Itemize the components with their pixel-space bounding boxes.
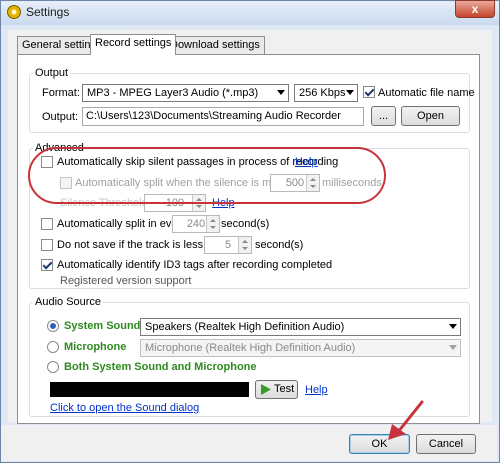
chevron-down-icon: [449, 324, 457, 329]
audio-source-help-link[interactable]: Help: [305, 384, 328, 396]
format-select-value: MP3 - MPEG Layer3 Audio (*.mp3): [87, 87, 259, 99]
no-save-label: Do not save if the track is less than: [57, 239, 228, 251]
open-button[interactable]: Open: [401, 106, 460, 126]
spinner-buttons[interactable]: [238, 237, 251, 253]
level-meter: [50, 382, 249, 397]
split-every-value: 240: [186, 218, 206, 230]
chevron-down-icon: [277, 90, 285, 95]
annotation-arrow-icon: [388, 400, 424, 440]
system-sound-label: System Sound: [64, 320, 141, 332]
both-sources-label: Both System Sound and Microphone: [64, 361, 257, 373]
chevron-down-icon: [346, 90, 354, 95]
system-sound-device-value: Speakers (Realtek High Definition Audio): [145, 321, 345, 333]
tab-record-settings[interactable]: Record settings: [90, 34, 177, 55]
both-sources-radio[interactable]: [47, 361, 59, 373]
close-icon: x: [471, 2, 479, 16]
play-icon: [261, 384, 271, 395]
test-button[interactable]: Test: [255, 380, 298, 399]
output-group-label: Output: [33, 67, 71, 79]
chevron-down-icon: [449, 345, 457, 350]
bitrate-select-value: 256 Kbps: [299, 87, 346, 99]
close-button[interactable]: x: [455, 0, 495, 18]
split-every-seconds-label: second(s): [221, 218, 270, 230]
system-sound-radio[interactable]: [47, 320, 59, 332]
browse-button[interactable]: ...: [371, 106, 396, 126]
format-select[interactable]: MP3 - MPEG Layer3 Audio (*.mp3): [82, 84, 289, 102]
id3-checkbox[interactable]: [41, 259, 53, 271]
no-save-spinner[interactable]: 5: [204, 236, 252, 254]
microphone-label: Microphone: [64, 341, 127, 353]
split-every-checkbox[interactable]: [41, 218, 53, 230]
test-button-label: Test: [274, 383, 295, 395]
no-save-seconds-label: second(s): [255, 239, 304, 251]
output-label: Output:: [42, 111, 79, 123]
annotation-ellipse: [28, 147, 386, 204]
no-save-value: 5: [224, 239, 232, 251]
app-icon: [7, 5, 21, 19]
split-every-spinner[interactable]: 240: [172, 215, 220, 233]
output-path-value: C:\Users\123\Documents\Streaming Audio R…: [86, 110, 341, 122]
no-save-checkbox[interactable]: [41, 239, 53, 251]
sound-dialog-link[interactable]: Click to open the Sound dialog: [50, 402, 199, 414]
output-path-field[interactable]: C:\Users\123\Documents\Streaming Audio R…: [82, 107, 364, 126]
microphone-radio[interactable]: [47, 341, 59, 353]
id3-label: Automatically identify ID3 tags after re…: [57, 259, 333, 271]
window-title: Settings: [26, 5, 70, 19]
bitrate-select[interactable]: 256 Kbps: [294, 84, 358, 102]
format-label: Format:: [42, 87, 80, 99]
cancel-button-label: Cancel: [428, 438, 464, 450]
auto-file-name-label: Automatic file name: [378, 87, 475, 99]
audio-source-group-label: Audio Source: [33, 296, 104, 308]
spinner-buttons[interactable]: [206, 216, 219, 232]
microphone-device-value: Microphone (Realtek High Definition Audi…: [145, 342, 356, 354]
title-bar: [1, 1, 499, 25]
microphone-device-select[interactable]: Microphone (Realtek High Definition Audi…: [140, 339, 461, 357]
browse-button-label: ...: [378, 110, 389, 122]
auto-file-name-checkbox[interactable]: [363, 86, 375, 98]
split-every-label: Automatically split in every: [57, 218, 187, 230]
open-button-label: Open: [417, 110, 444, 122]
registered-version-label: Registered version support: [60, 275, 192, 287]
tab-download-settings[interactable]: Download settings: [165, 36, 265, 54]
system-sound-device-select[interactable]: Speakers (Realtek High Definition Audio): [140, 318, 461, 336]
